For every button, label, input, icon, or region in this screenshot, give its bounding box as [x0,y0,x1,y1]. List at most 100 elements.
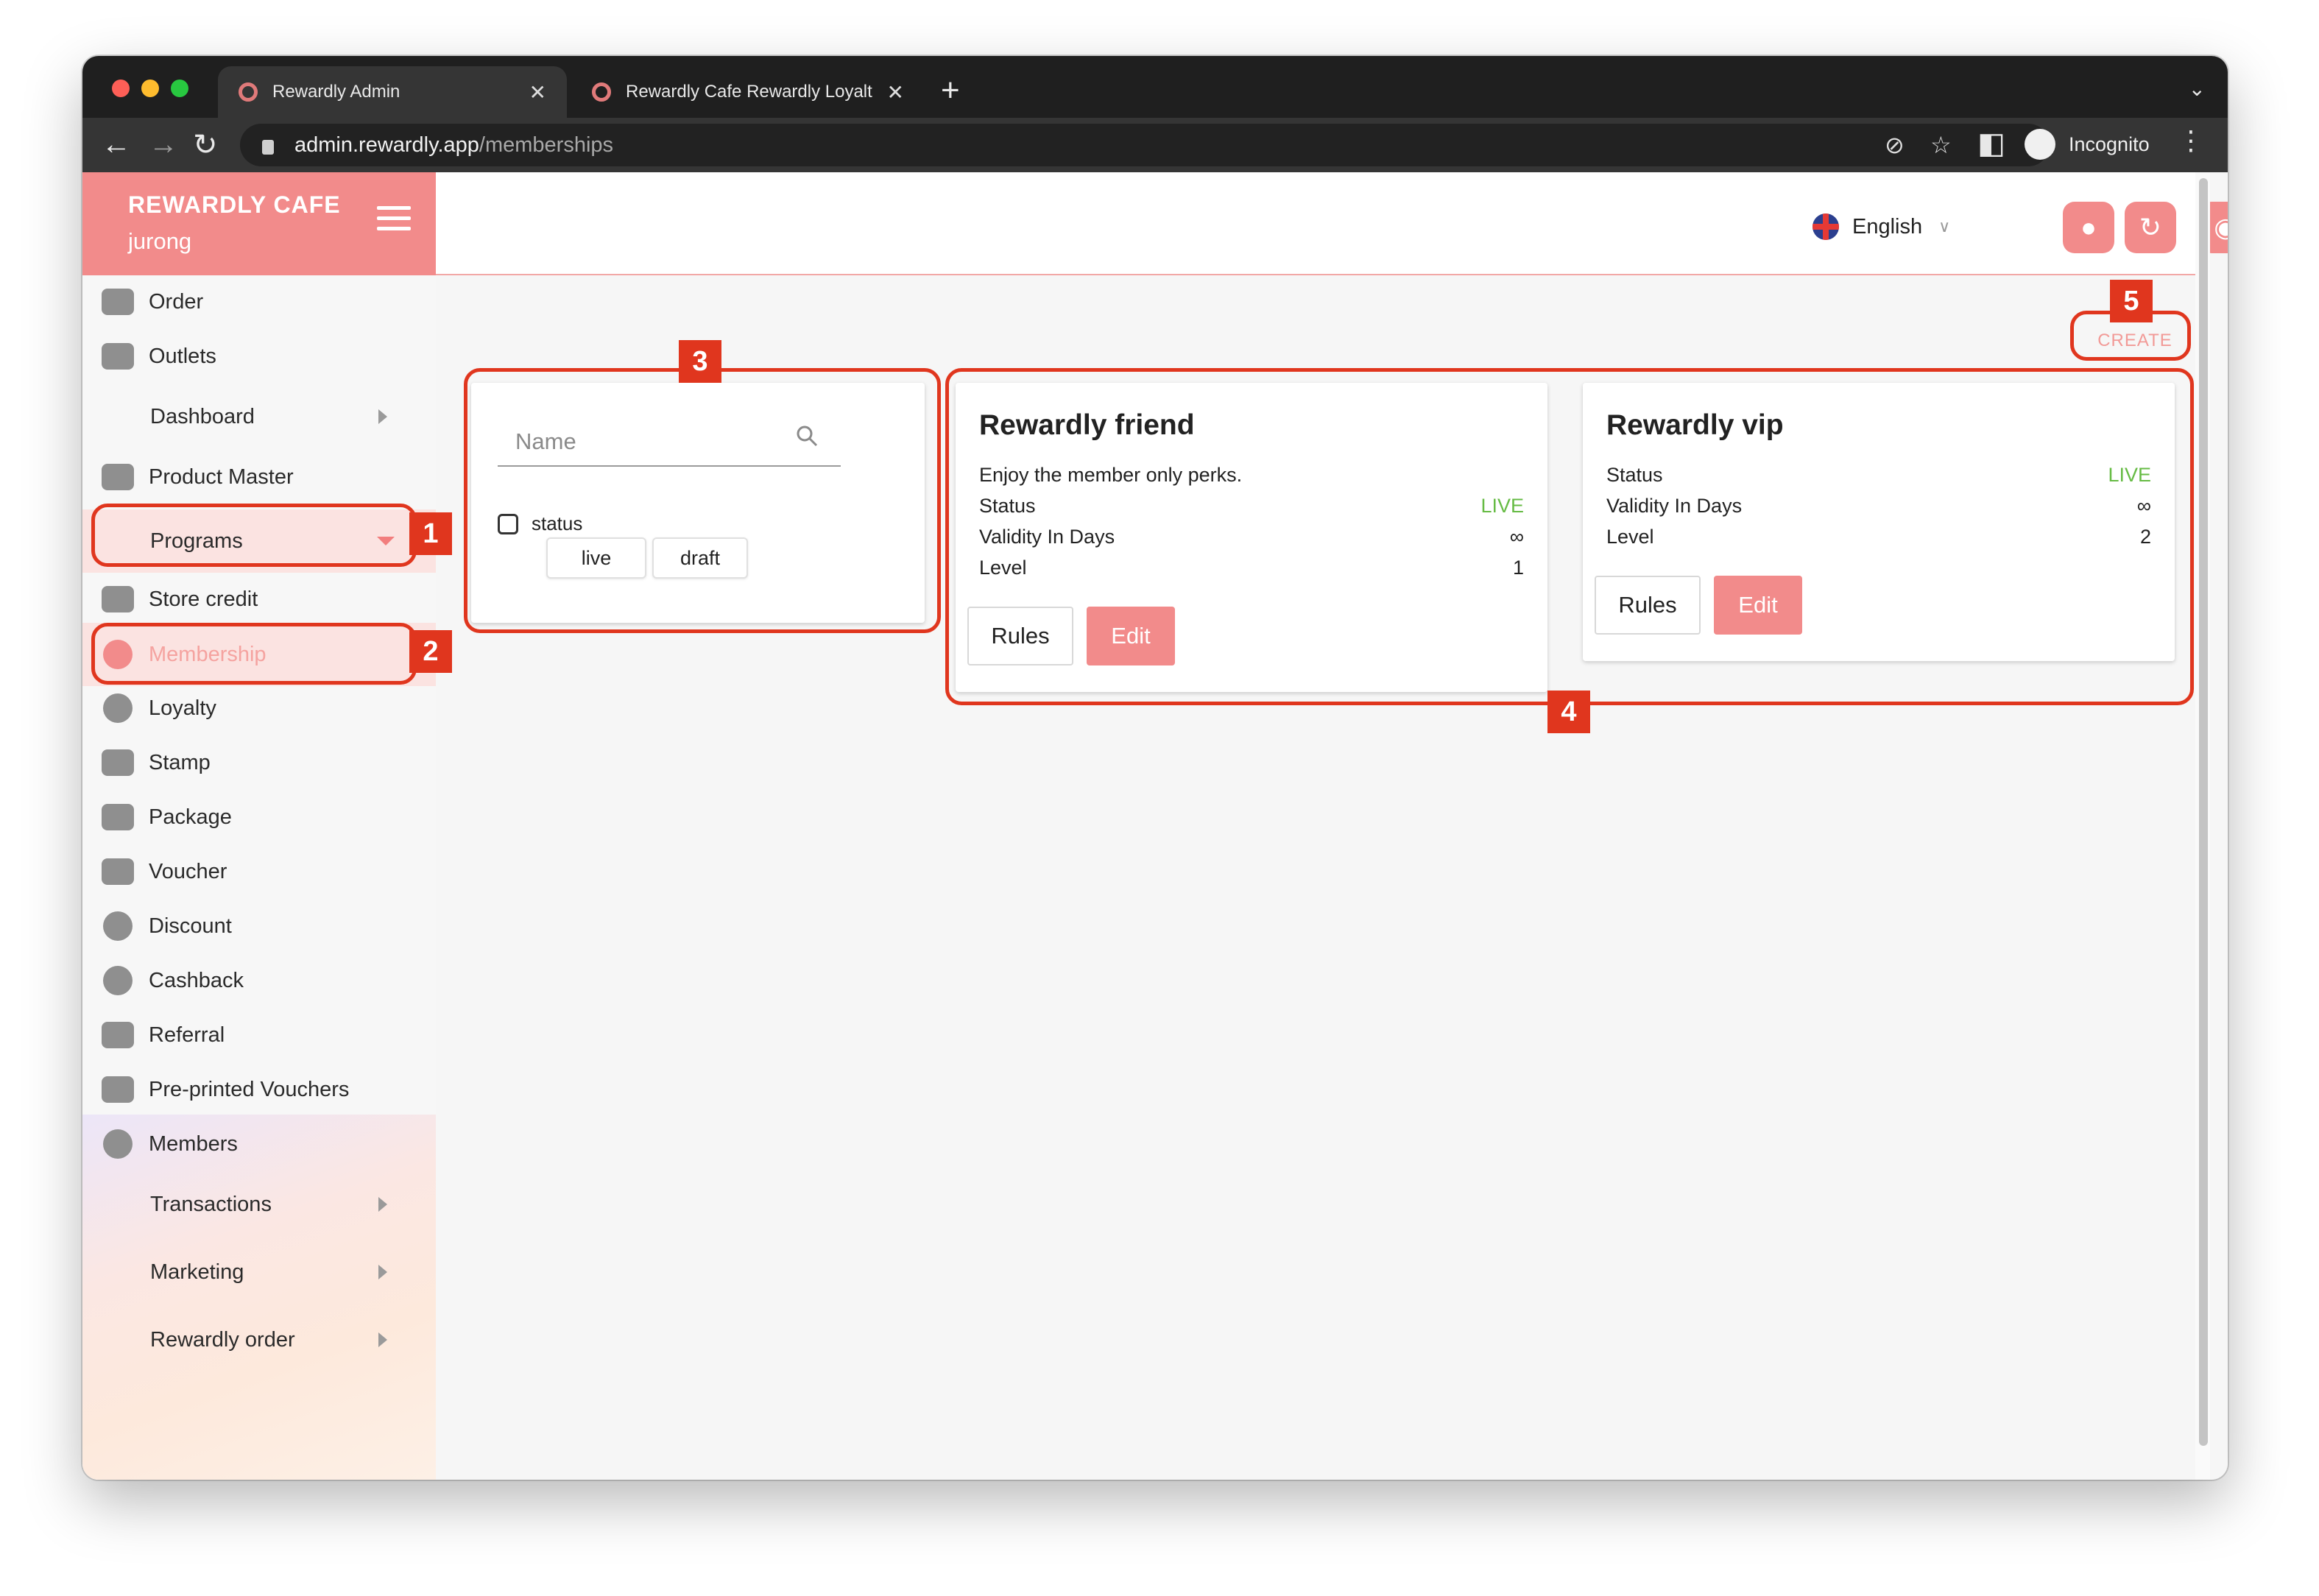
notification-bell-button[interactable]: ● [2063,202,2114,253]
sidebar-item-label: Dashboard [150,404,255,428]
hamburger-menu-icon[interactable] [377,206,411,233]
chevron-down-icon: ∨ [1938,217,1951,236]
store-icon [102,343,134,370]
card-icon [102,586,134,612]
browser-tab-rewardly-cafe[interactable]: Rewardly Cafe Rewardly Loyalt ✕ [571,66,925,118]
language-selector[interactable]: English ∨ [1813,213,1950,240]
rewardly-favicon-icon [239,82,258,102]
annotation-number-3: 3 [679,340,721,383]
sidebar-item-label: Cashback [149,968,244,992]
sidebar-item-referral[interactable]: Referral [82,1013,436,1057]
cube-icon [102,464,134,490]
browser-tab-rewardly-admin[interactable]: Rewardly Admin ✕ [218,66,567,118]
tab-title: Rewardly Admin [272,82,400,102]
sidebar-item-cashback[interactable]: Cashback [82,958,436,1003]
annotation-number-2: 2 [409,630,452,673]
language-label: English [1852,214,1923,239]
maximize-window-button[interactable] [171,80,188,97]
sidebar-item-members[interactable]: Members [82,1122,436,1166]
sidebar-item-order[interactable]: Order [82,280,436,324]
sidebar-item-store-credit[interactable]: Store credit [82,577,436,621]
sidebar-item-label: Package [149,805,232,829]
close-tab-icon[interactable]: ✕ [887,80,904,105]
referral-icon [102,1022,134,1048]
rewardly-favicon-icon [592,82,611,102]
incognito-label: Incognito [2069,133,2150,155]
voucher-icon [102,858,134,885]
side-panel-icon[interactable]: ◧ [1977,127,2005,160]
sidebar-decoration [82,1115,436,1480]
sidebar-item-pre-printed-vouchers[interactable]: Pre-printed Vouchers [82,1067,436,1112]
tracking-blocked-eye-icon[interactable]: ⊘ [1885,124,1905,166]
annotation-number-4: 4 [1547,691,1590,733]
sidebar-item-label: Stamp [149,750,211,774]
annotation-box-3 [464,368,941,633]
reload-icon[interactable]: ↻ [193,128,218,162]
sidebar-item-label: Referral [149,1023,225,1047]
uk-flag-icon [1813,213,1839,240]
back-icon[interactable]: ← [102,128,131,161]
sidebar-item-label: Outlets [149,344,216,368]
sidebar-item-transactions[interactable]: Transactions [82,1182,436,1226]
sidebar-item-label: Order [149,289,204,314]
page-scrollbar[interactable] [2195,172,2210,1480]
package-icon [102,804,134,830]
annotation-box-1 [91,504,417,567]
stamp-icon [102,749,134,776]
tab-search-chevron-icon[interactable]: ⌄ [2189,77,2206,101]
star-icon [103,693,133,723]
sidebar-item-loyalty[interactable]: Loyalty [82,686,436,730]
sidebar-item-label: Marketing [150,1260,244,1284]
chevron-right-icon [378,409,387,424]
sidebar-item-discount[interactable]: Discount [82,904,436,948]
add-person-icon [103,1129,133,1159]
sidebar-item-rewardly-order[interactable]: Rewardly order [82,1318,436,1362]
brand-header: REWARDLY CAFE jurong [82,172,436,275]
chevron-right-icon [378,1265,387,1279]
browser-window: Rewardly Admin ✕ Rewardly Cafe Rewardly … [82,56,2228,1480]
sidebar-item-label: Transactions [150,1192,272,1216]
cashback-badge-icon [103,966,133,995]
address-bar-row: ← → ↻ admin.rewardly.app/memberships ⊘ ☆… [82,118,2228,172]
sidebar-item-stamp[interactable]: Stamp [82,741,436,785]
chevron-right-icon [378,1197,387,1212]
close-window-button[interactable] [112,80,130,97]
card-icon [102,289,134,315]
brand-name: REWARDLY CAFE [128,191,341,218]
browser-menu-icon[interactable]: ⋮ [2178,125,2204,156]
sidebar-item-package[interactable]: Package [82,795,436,839]
url-field[interactable]: admin.rewardly.app/memberships ⊘ ☆ [240,124,2050,166]
annotation-number-5: 5 [2110,280,2153,322]
incognito-icon [2025,129,2055,160]
sidebar-item-voucher[interactable]: Voucher [82,850,436,894]
chevron-right-icon [378,1332,387,1347]
url-path: /memberships [479,133,614,157]
sidebar-item-label: Loyalty [149,696,216,720]
sidebar-item-product-master[interactable]: Product Master [82,455,436,499]
sidebar-item-label: Members [149,1131,238,1156]
sidebar-item-dashboard[interactable]: Dashboard [82,395,436,439]
lock-icon [262,140,274,155]
annotation-box-2 [91,623,417,685]
top-header: English ∨ ● ↻ ◉ [436,172,2228,275]
discount-badge-icon [103,911,133,941]
tab-bar: Rewardly Admin ✕ Rewardly Cafe Rewardly … [82,56,2228,118]
outlet-name: jurong [128,228,192,254]
sidebar-item-marketing[interactable]: Marketing [82,1250,436,1294]
sidebar-item-label: Pre-printed Vouchers [149,1077,350,1101]
sidebar-item-label: Product Master [149,465,294,489]
bookmark-star-icon[interactable]: ☆ [1930,124,1952,166]
bell-icon: ● [2080,212,2097,242]
annotation-number-1: 1 [409,512,452,555]
sidebar-item-label: Discount [149,914,232,938]
incognito-profile-button[interactable]: Incognito [2025,122,2150,166]
close-tab-icon[interactable]: ✕ [529,80,546,105]
sidebar-item-label: Rewardly order [150,1327,295,1352]
sidebar-item-label: Voucher [149,859,227,883]
refresh-button[interactable]: ↻ [2125,202,2176,253]
sidebar-item-outlets[interactable]: Outlets [82,334,436,378]
minimize-window-button[interactable] [141,80,159,97]
new-tab-icon[interactable]: + [941,72,960,109]
forward-icon[interactable]: → [149,128,178,161]
url-host: admin.rewardly.app [294,133,479,157]
